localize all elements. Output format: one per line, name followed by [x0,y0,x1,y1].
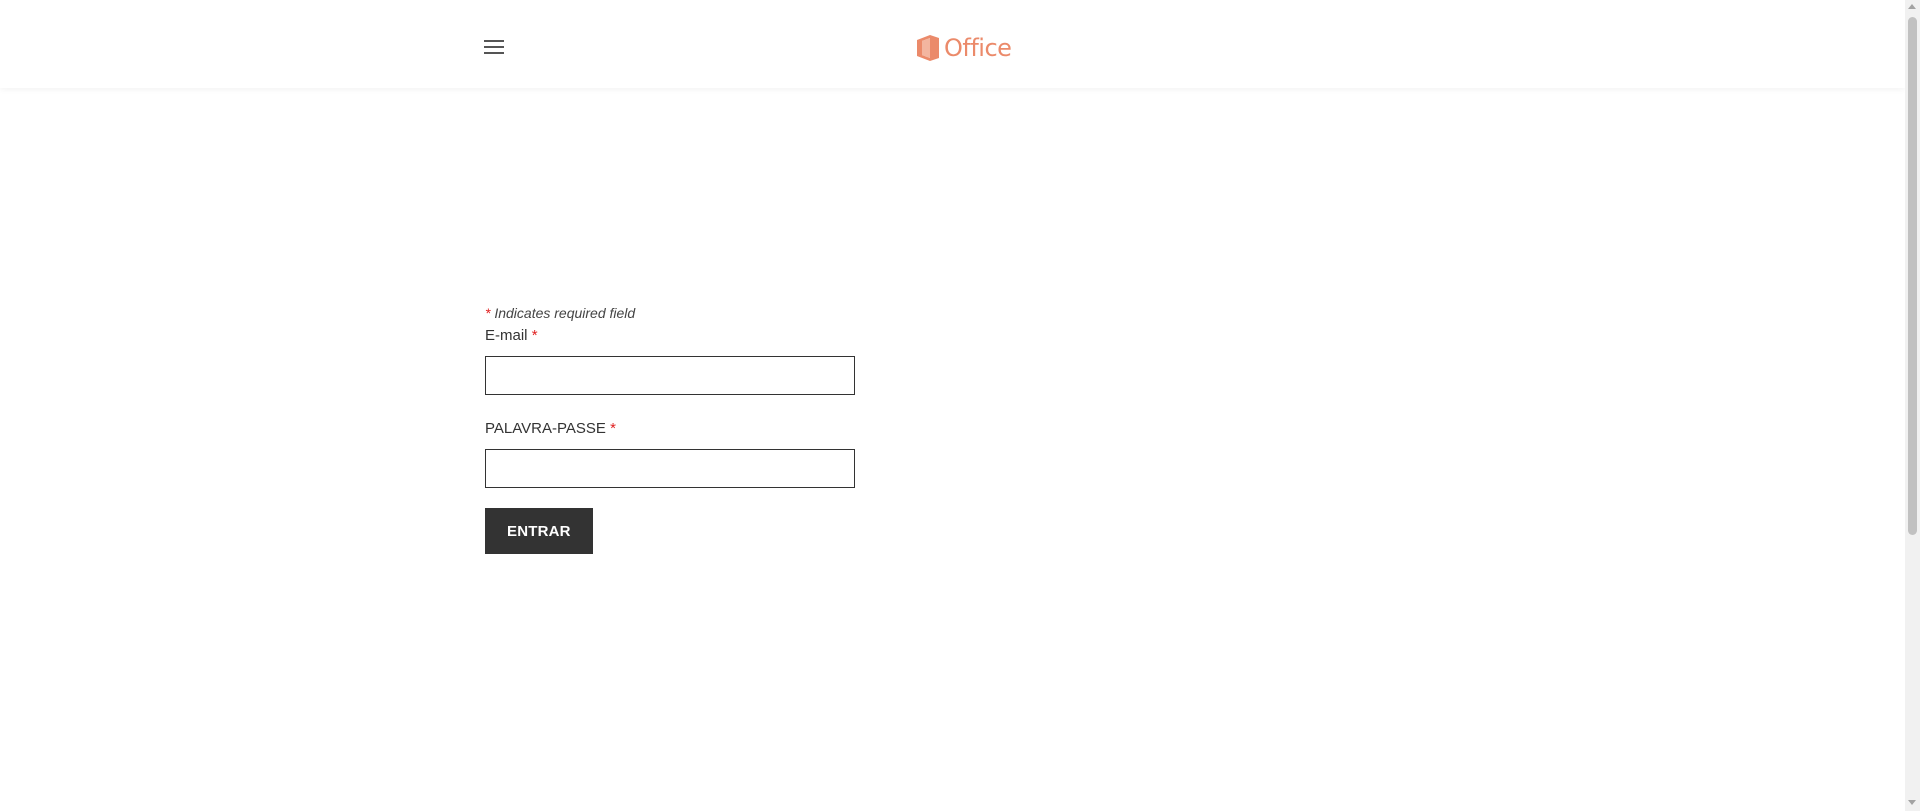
password-field[interactable] [485,449,855,488]
email-label: E-mail * [485,326,885,346]
office-logo[interactable]: Office [917,33,1012,63]
hamburger-menu-icon[interactable] [484,40,506,58]
email-field[interactable] [485,356,855,395]
password-label-text: PALAVRA-PASSE [485,420,606,437]
scroll-down-arrow-icon[interactable] [1908,800,1916,805]
required-field-note: * Indicates required field [485,303,885,323]
login-form: * Indicates required field E-mail * PALA… [485,303,885,554]
required-note-text: Indicates required field [490,305,636,321]
vertical-scrollbar[interactable] [1905,0,1920,811]
submit-button[interactable]: ENTRAR [485,508,593,554]
logo-text: Office [944,34,1012,62]
password-label: PALAVRA-PASSE * [485,419,885,439]
email-label-text: E-mail [485,327,528,344]
office-logo-icon [917,35,939,61]
site-header: Office [0,0,1905,88]
password-required-asterisk: * [610,420,616,437]
email-required-asterisk: * [531,327,538,344]
scrollbar-thumb[interactable] [1908,17,1917,535]
scroll-up-arrow-icon[interactable] [1908,4,1916,9]
